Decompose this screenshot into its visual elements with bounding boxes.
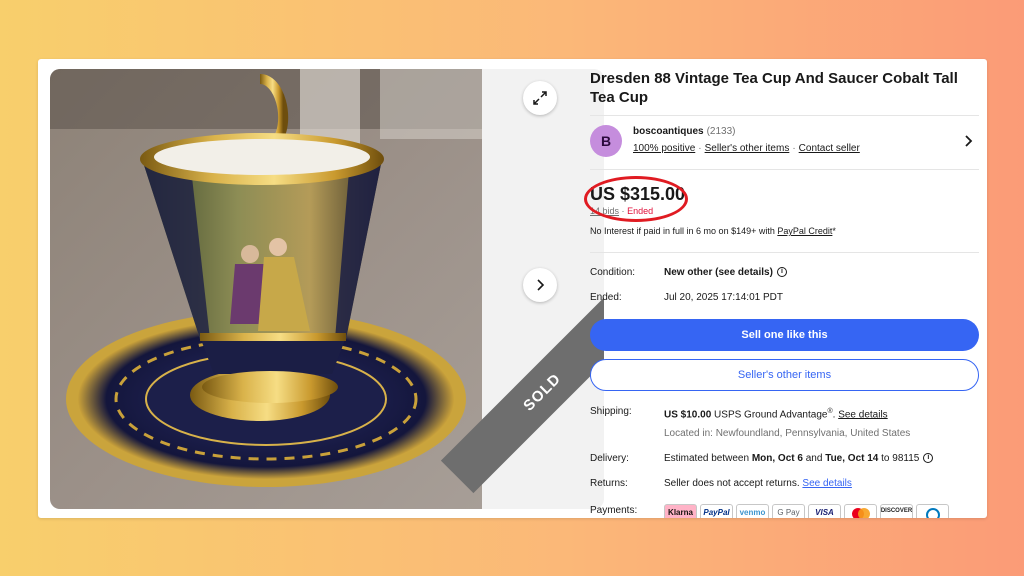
delivery-middle: and: [802, 453, 826, 464]
info-icon[interactable]: i: [923, 453, 934, 464]
chevron-right-icon: [537, 279, 545, 291]
returns-label: Returns:: [590, 478, 628, 489]
visa-logo: VISA: [808, 504, 841, 518]
item-title: Dresden 88 Vintage Tea Cup And Saucer Co…: [590, 70, 958, 106]
delivery-value: Estimated between Mon, Oct 6 and Tue, Oc…: [664, 453, 934, 464]
condition-label: Condition:: [590, 267, 636, 278]
sell-one-like-this-button[interactable]: Sell one like this: [590, 319, 979, 351]
paypal-logo: PayPal: [700, 504, 733, 518]
shipping-service: USPS Ground Advantage: [714, 409, 828, 421]
shipping-period: .: [832, 409, 836, 421]
venmo-logo: venmo: [736, 504, 769, 518]
positive-feedback-link[interactable]: 100% positive: [633, 143, 695, 154]
shipping-label: Shipping:: [590, 406, 632, 417]
listing-details: Dresden 88 Vintage Tea Cup And Saucer Co…: [584, 59, 982, 518]
expand-button[interactable]: [523, 81, 557, 115]
financing-suffix: *: [832, 226, 836, 236]
next-image-button[interactable]: [523, 268, 557, 302]
financing-note: No Interest if paid in full in 6 mo on $…: [590, 226, 836, 236]
payment-methods: Klarna PayPal venmo G Pay VISA DISCOVER: [664, 504, 949, 518]
ended-value: Jul 20, 2025 17:14:01 PDT: [664, 292, 783, 303]
shipping-value: US $10.00 USPS Ground Advantage®. See de…: [664, 408, 888, 420]
shipping-cost: US $10.00: [664, 409, 712, 421]
discover-logo: DISCOVER: [880, 504, 913, 518]
seller-name[interactable]: boscoantiques: [633, 126, 704, 137]
delivery-end: Tue, Oct 14: [825, 453, 879, 464]
google-pay-logo: G Pay: [772, 504, 805, 518]
info-icon[interactable]: i: [776, 267, 787, 278]
delivery-label: Delivery:: [590, 453, 629, 464]
divider: [590, 252, 979, 253]
diners-club-icon: [925, 508, 940, 518]
product-photo[interactable]: [50, 69, 482, 509]
payments-label: Payments:: [590, 505, 638, 516]
seller-links: 100% positive · Seller's other items · Conta…: [633, 143, 860, 154]
separator: ·: [698, 143, 702, 154]
financing-text: No Interest if paid in full in 6 mo on $…: [590, 226, 778, 236]
mastercard-logo: [844, 504, 877, 518]
image-gallery: SOLD: [50, 69, 604, 509]
returns-text: Seller does not accept returns.: [664, 478, 803, 489]
delivery-prefix: Estimated between: [664, 453, 752, 464]
seller-other-items-link[interactable]: Seller's other items: [705, 143, 790, 154]
sellers-other-items-button[interactable]: Seller's other items: [590, 359, 979, 391]
chevron-right-icon[interactable]: [963, 134, 975, 148]
klarna-logo: Klarna: [664, 504, 697, 518]
seller-info: boscoantiques (2133): [633, 126, 735, 137]
condition-text: New other (see details): [664, 267, 773, 278]
contact-seller-link[interactable]: Contact seller: [799, 143, 860, 154]
condition-value: New other (see details) i: [664, 267, 787, 278]
seller-feedback-count: (2133): [706, 126, 736, 137]
diners-club-logo: [916, 504, 949, 518]
divider: [590, 169, 979, 170]
item-location: Located in: Newfoundland, Pennsylvania, …: [664, 428, 911, 439]
expand-icon: [533, 91, 547, 105]
returns-value: Seller does not accept returns. See deta…: [664, 478, 852, 489]
shipping-details-link[interactable]: See details: [838, 409, 887, 420]
mastercard-icon: [851, 508, 870, 518]
ended-label: Ended:: [590, 292, 622, 303]
price-annotation-circle: [584, 176, 688, 222]
divider: [590, 115, 979, 116]
paypal-credit-link[interactable]: PayPal Credit: [777, 226, 832, 236]
listing-card: SOLD Dresden 88 Vintage Tea Cup And Sauc…: [38, 59, 987, 518]
delivery-suffix: to 98115: [878, 453, 920, 464]
returns-details-link[interactable]: See details: [802, 478, 851, 489]
delivery-start: Mon, Oct 6: [751, 453, 803, 464]
seller-avatar[interactable]: B: [590, 125, 622, 157]
separator: ·: [792, 143, 796, 154]
